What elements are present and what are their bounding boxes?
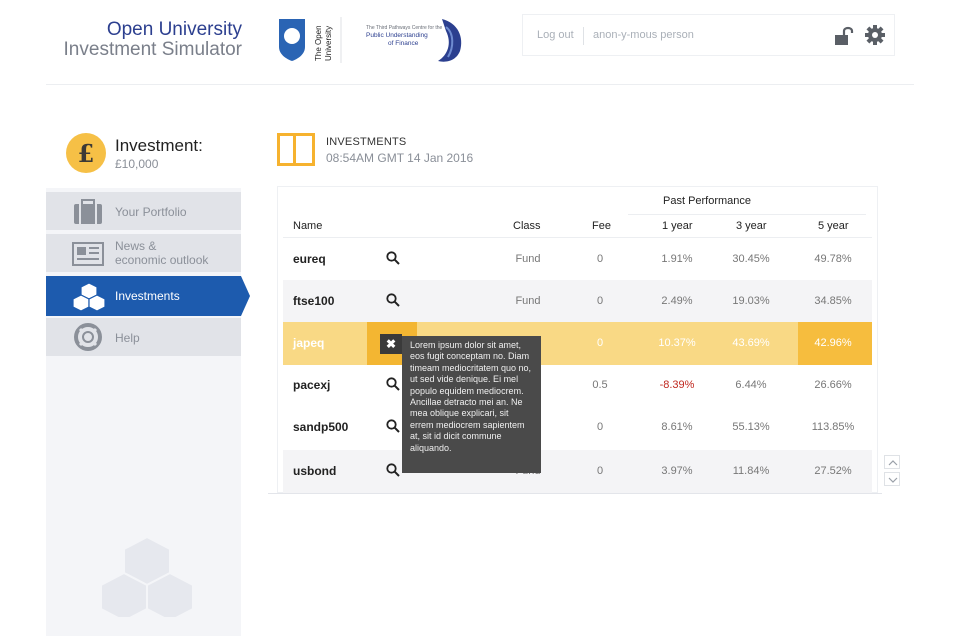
return-3-year: 11.84% bbox=[732, 465, 770, 477]
brand-line-1: Open University bbox=[106, 19, 242, 40]
return-1-year: 10.37% bbox=[658, 337, 696, 349]
sidebar-item-label: Help bbox=[115, 331, 140, 345]
sidebar-item-news[interactable]: News & economic outlook bbox=[46, 234, 241, 272]
svg-text:University: University bbox=[324, 26, 333, 61]
cubes-watermark-icon bbox=[100, 535, 194, 623]
return-3-year: 43.69% bbox=[732, 337, 770, 349]
investments-panel-icon bbox=[277, 133, 315, 166]
logout-link[interactable]: Log out bbox=[537, 29, 574, 41]
col-header-class[interactable]: Class bbox=[513, 220, 541, 232]
return-1-year: 3.97% bbox=[661, 465, 693, 477]
unlock-icon[interactable] bbox=[833, 25, 855, 47]
cubes-icon bbox=[72, 281, 106, 312]
sidebar-item-label-line-2: economic outlook bbox=[115, 253, 209, 267]
fund-fee: 0 bbox=[596, 295, 604, 307]
svg-text:of Finance: of Finance bbox=[388, 40, 419, 47]
table-row-selected[interactable]: japeq Fund 0 10.37% 43.69% 42.96% bbox=[283, 322, 872, 365]
pound-coin-icon: £ bbox=[66, 133, 106, 173]
pound-symbol: £ bbox=[77, 139, 95, 168]
svg-text:The Third Pathways Centre for: The Third Pathways Centre for the bbox=[366, 25, 443, 31]
fund-fee: 0 bbox=[596, 337, 604, 349]
return-3-year: 6.44% bbox=[735, 379, 767, 391]
search-icon[interactable] bbox=[386, 419, 400, 433]
user-bar: Log out anon-y-mous person bbox=[522, 14, 895, 56]
fund-name: japeq bbox=[293, 336, 325, 350]
svg-text:The Open: The Open bbox=[314, 25, 323, 61]
return-3-year: 30.45% bbox=[732, 253, 770, 265]
fund-name: ftse100 bbox=[293, 294, 335, 308]
page-timestamp: 08:54AM GMT 14 Jan 2016 bbox=[326, 151, 474, 165]
fund-name: eureq bbox=[293, 252, 326, 266]
user-bar-divider bbox=[583, 27, 584, 45]
fund-fee: 0 bbox=[596, 421, 604, 433]
col-header-3-year[interactable]: 3 year bbox=[736, 220, 767, 232]
investment-summary: £ Investment: £10,000 bbox=[66, 133, 246, 181]
brand-line-2: Investment Simulator bbox=[63, 39, 242, 60]
return-1-year: 1.91% bbox=[661, 253, 693, 265]
fund-class: Fund bbox=[515, 253, 541, 265]
sidebar-item-label: News & bbox=[115, 239, 157, 253]
col-header-5-year[interactable]: 5 year bbox=[818, 220, 849, 232]
fund-fee: 0 bbox=[596, 465, 604, 477]
scroll-down-button[interactable] bbox=[884, 472, 900, 486]
return-3-year: 19.03% bbox=[732, 295, 770, 307]
table-row[interactable]: ftse100 Fund 0 2.49% 19.03% 34.85% bbox=[283, 280, 872, 323]
fund-name: sandp500 bbox=[293, 420, 349, 434]
investment-title: Investment: bbox=[115, 136, 203, 155]
close-icon[interactable]: ✖ bbox=[380, 334, 402, 354]
return-5-year: 49.78% bbox=[814, 253, 852, 265]
col-header-fee[interactable]: Fee bbox=[592, 220, 611, 232]
newspaper-icon bbox=[72, 240, 104, 268]
return-1-year: -8.39% bbox=[659, 379, 695, 391]
search-icon[interactable] bbox=[386, 377, 400, 391]
fund-info-tooltip: Lorem ipsum dolor sit amet, eos fugit co… bbox=[402, 336, 541, 473]
briefcase-icon bbox=[72, 198, 104, 226]
partner-logo: The Third Pathways Centre for the Public… bbox=[362, 17, 466, 63]
table-row[interactable]: pacexj Fund 0.5 -8.39% 6.44% 26.66% bbox=[283, 364, 872, 407]
svg-text:Public Understanding: Public Understanding bbox=[366, 32, 428, 39]
active-nav-pointer bbox=[241, 276, 250, 316]
fund-class: Fund bbox=[515, 295, 541, 307]
col-header-1-year[interactable]: 1 year bbox=[662, 220, 693, 232]
lifebuoy-icon bbox=[72, 323, 104, 351]
table-bottom-divider bbox=[268, 493, 882, 494]
past-performance-header: Past Performance bbox=[663, 195, 752, 207]
gear-icon[interactable] bbox=[864, 24, 886, 46]
sidebar-item-help[interactable]: Help bbox=[46, 318, 241, 356]
app-brand: Open University Investment Simulator bbox=[60, 20, 242, 60]
sidebar-item-label: Investments bbox=[115, 289, 180, 303]
header-divider bbox=[46, 84, 914, 85]
username: anon-y-mous person bbox=[593, 29, 694, 41]
return-5-year: 34.85% bbox=[814, 295, 852, 307]
table-row[interactable]: usbond Fund 0 3.97% 11.84% 27.52% bbox=[283, 450, 872, 493]
open-university-logo: The Open University bbox=[277, 17, 343, 63]
sidebar-item-label: Your Portfolio bbox=[115, 205, 187, 219]
fund-name: pacexj bbox=[293, 378, 331, 392]
table-row[interactable]: eureq Fund 0 1.91% 30.45% 49.78% bbox=[283, 238, 872, 281]
fund-name: usbond bbox=[293, 464, 337, 478]
search-icon[interactable] bbox=[386, 293, 400, 307]
fund-fee: 0 bbox=[596, 253, 604, 265]
chevron-down-icon bbox=[888, 477, 898, 483]
return-1-year: 8.61% bbox=[661, 421, 693, 433]
fund-fee: 0.5 bbox=[592, 379, 608, 391]
return-3-year: 55.13% bbox=[732, 421, 770, 433]
page-title: INVESTMENTS bbox=[326, 136, 407, 148]
return-5-year: 113.85% bbox=[811, 421, 855, 433]
table-row[interactable]: sandp500 Fund 0 8.61% 55.13% 113.85% bbox=[283, 406, 872, 449]
return-5-year: 42.96% bbox=[814, 337, 852, 349]
search-icon[interactable] bbox=[386, 251, 400, 265]
sidebar-item-investments[interactable]: Investments bbox=[46, 276, 241, 316]
return-5-year: 26.66% bbox=[814, 379, 852, 391]
chevron-up-icon bbox=[888, 460, 898, 466]
search-icon[interactable] bbox=[386, 463, 400, 477]
sidebar-item-portfolio[interactable]: Your Portfolio bbox=[46, 192, 241, 230]
investment-amount: £10,000 bbox=[115, 157, 159, 171]
return-5-year: 27.52% bbox=[814, 465, 852, 477]
scroll-up-button[interactable] bbox=[884, 455, 900, 469]
return-1-year: 2.49% bbox=[661, 295, 693, 307]
col-header-name[interactable]: Name bbox=[293, 220, 322, 232]
group-header-divider bbox=[628, 214, 866, 215]
